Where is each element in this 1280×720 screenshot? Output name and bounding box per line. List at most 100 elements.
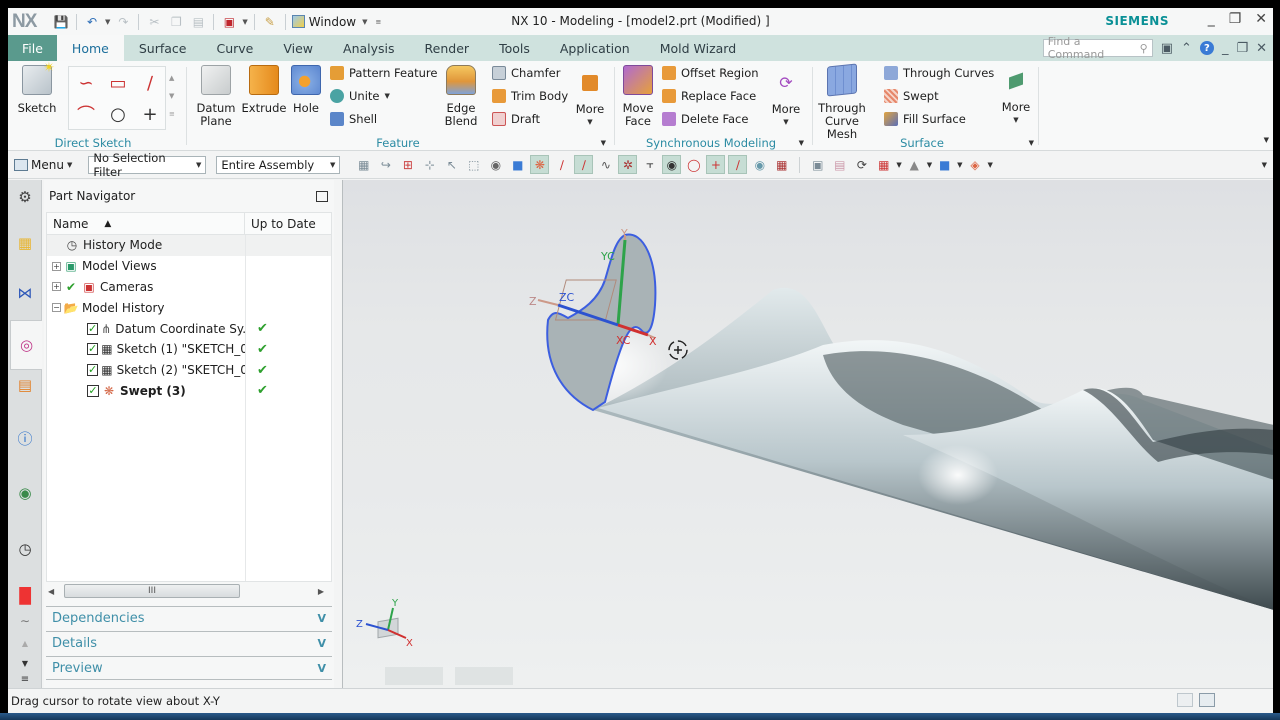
graphics-window[interactable]: Y YC Z ZC XC X Y Z X — [342, 180, 1273, 688]
undo-icon[interactable]: ↶ — [83, 13, 101, 31]
touch-mode-icon[interactable]: ✎ — [261, 13, 279, 31]
customize-icon[interactable]: ≡ — [376, 18, 382, 26]
unite-button[interactable]: Unite ▼ — [330, 89, 390, 103]
edge-blend-button[interactable]: Edge Blend — [438, 65, 484, 128]
collapse-ribbon-icon[interactable]: ⌃ — [1181, 41, 1192, 56]
details-panel[interactable]: Details V — [46, 631, 332, 655]
group-options-icon[interactable]: ▼ — [799, 139, 804, 147]
tree-row-datum-csys[interactable]: ✓ ⋔ Datum Coordinate Sy... ✔ — [47, 318, 331, 339]
redo-icon[interactable]: ↷ — [114, 13, 132, 31]
group-options-icon[interactable]: ▼ — [601, 139, 606, 147]
point-on-curve-snap-icon[interactable]: ∕ — [728, 155, 748, 174]
rectangle-icon[interactable]: ▭ — [103, 68, 133, 98]
copy-icon[interactable]: ❐ — [167, 13, 185, 31]
toolbar-options-dropdown[interactable]: ▼ — [1262, 161, 1267, 169]
full-screen-icon[interactable] — [1199, 693, 1215, 707]
macro-dropdown[interactable]: ▼ — [242, 18, 247, 26]
feature-more-button[interactable]: More ▼ — [572, 75, 608, 129]
restore-button[interactable]: ❐ — [1229, 11, 1242, 27]
selection-status-icon[interactable] — [1177, 693, 1193, 707]
circle-center-snap-icon[interactable]: ◉ — [662, 155, 682, 174]
trim-body-button[interactable]: Trim Body — [492, 89, 568, 103]
record-macro-icon[interactable]: ▣ — [220, 13, 238, 31]
quadrant-snap-icon[interactable]: ◯ — [684, 155, 703, 174]
system-materials-icon[interactable]: █ — [12, 583, 38, 609]
tree-row-sketch-1[interactable]: ✓ ▦ Sketch (1) "SKETCH_0... ✔ — [47, 339, 331, 360]
scroll-left-icon[interactable]: ◀ — [48, 587, 54, 596]
part-navigator-icon[interactable]: ◎ — [10, 320, 42, 370]
expand-icon[interactable]: + — [52, 261, 61, 271]
tab-home[interactable]: Home — [56, 35, 124, 61]
solid-view-icon[interactable]: ■ — [508, 155, 527, 174]
move-face-button[interactable]: Move Face — [618, 65, 658, 128]
replace-face-button[interactable]: Replace Face — [662, 89, 756, 103]
constraint-navigator-icon[interactable]: ⋈ — [12, 280, 38, 306]
assembly-navigator-icon[interactable]: ▦ — [12, 230, 38, 256]
doc-restore-button[interactable]: ❐ — [1236, 41, 1248, 56]
visibility-checkbox[interactable]: ✓ — [87, 322, 99, 335]
point-icon[interactable]: + — [135, 99, 165, 129]
snap-enable-icon[interactable]: ❋ — [530, 155, 550, 174]
line-icon[interactable]: ∕ — [135, 68, 165, 98]
swept-button[interactable]: Swept — [884, 89, 939, 103]
doc-minimize-button[interactable]: _ — [1222, 41, 1229, 56]
hd3d-tools-icon[interactable]: ⓘ — [12, 425, 38, 451]
zoom-view-icon[interactable]: ▤ — [830, 155, 849, 174]
chevron-down-icon[interactable]: ▼ — [988, 161, 993, 169]
scroll-right-icon[interactable]: ▶ — [318, 587, 324, 596]
doc-close-button[interactable]: ✕ — [1256, 41, 1267, 56]
collapse-icon[interactable]: − — [52, 303, 61, 313]
sync-more-button[interactable]: ⟳ More ▼ — [768, 75, 804, 129]
surface-more-button[interactable]: More ▼ — [998, 72, 1034, 127]
offset-region-button[interactable]: Offset Region — [662, 66, 759, 80]
view-palette-button[interactable] — [455, 667, 513, 685]
datum-plane-button[interactable]: Datum Plane — [192, 65, 240, 128]
hole-button[interactable]: Hole — [288, 65, 324, 115]
cut-icon[interactable]: ✂ — [145, 13, 163, 31]
help-icon[interactable]: ? — [1199, 41, 1214, 55]
chevron-down-icon[interactable]: ▼ — [927, 161, 932, 169]
tab-tools[interactable]: Tools — [484, 35, 545, 61]
close-button[interactable]: ✕ — [1255, 11, 1267, 27]
column-header-name[interactable]: Name ▲ — [47, 213, 245, 234]
endpoint-snap-icon[interactable]: ∕ — [552, 155, 571, 174]
bounded-grid-snap-icon[interactable]: ▦ — [772, 155, 791, 174]
tab-curve[interactable]: Curve — [201, 35, 268, 61]
view-palette-button[interactable] — [385, 667, 443, 685]
history-icon[interactable]: ◷ — [12, 536, 38, 562]
horizontal-scrollbar[interactable]: ◀ III ▶ — [48, 582, 328, 600]
visibility-checkbox[interactable]: ✓ — [87, 343, 99, 356]
ribbon-options-dropdown[interactable]: ▼ — [1264, 136, 1269, 144]
tab-mold-wizard[interactable]: Mold Wizard — [645, 35, 751, 61]
pattern-feature-button[interactable]: Pattern Feature — [330, 66, 438, 80]
rotate-view-icon[interactable]: ⟳ — [852, 155, 871, 174]
gallery-scroll[interactable]: ▲ ▼ ≡ — [169, 69, 175, 123]
tree-row-model-views[interactable]: + ▣ Model Views — [47, 256, 331, 277]
group-options-icon[interactable]: ▼ — [1029, 139, 1034, 147]
tree-row-swept[interactable]: ✓ ❋ Swept (3) ✔ — [47, 381, 331, 402]
selection-filter-dropdown[interactable]: No Selection Filter ▼ — [88, 151, 207, 179]
existing-point-snap-icon[interactable]: + — [706, 155, 726, 174]
tree-row-history-mode[interactable]: ◷ History Mode — [47, 235, 331, 256]
through-curve-mesh-button[interactable]: Through Curve Mesh — [812, 63, 872, 141]
midpoint-snap-icon[interactable]: ∕ — [574, 155, 594, 174]
undo-dropdown[interactable]: ▼ — [105, 18, 110, 26]
reuse-library-icon[interactable]: ▤ — [12, 372, 38, 398]
control-point-snap-icon[interactable]: ∿ — [596, 155, 615, 174]
delete-face-button[interactable]: Delete Face — [662, 112, 748, 126]
intersection-snap-icon[interactable]: ✲ — [618, 155, 638, 174]
expand-icon[interactable]: + — [52, 282, 61, 292]
web-browser-icon[interactable]: ◉ — [12, 480, 38, 506]
edit-section-icon[interactable]: ◈ — [966, 155, 985, 174]
visibility-checkbox[interactable]: ✓ — [87, 364, 99, 377]
dependencies-panel[interactable]: Dependencies V — [46, 606, 332, 630]
save-icon[interactable]: 💾 — [52, 13, 70, 31]
menu-button[interactable]: Menu ▼ — [14, 158, 72, 172]
fit-view-icon[interactable]: ▣ — [808, 155, 827, 174]
render-style-icon[interactable]: ▲ — [905, 155, 924, 174]
tree-row-model-history[interactable]: − 📂 Model History — [47, 297, 331, 318]
shaded-view-icon[interactable]: ◉ — [486, 155, 505, 174]
chevron-down-icon[interactable]: ▼ — [896, 161, 901, 169]
rectangle-select-icon[interactable]: ⬚ — [464, 155, 483, 174]
orient-view-icon[interactable]: ▦ — [874, 155, 893, 174]
